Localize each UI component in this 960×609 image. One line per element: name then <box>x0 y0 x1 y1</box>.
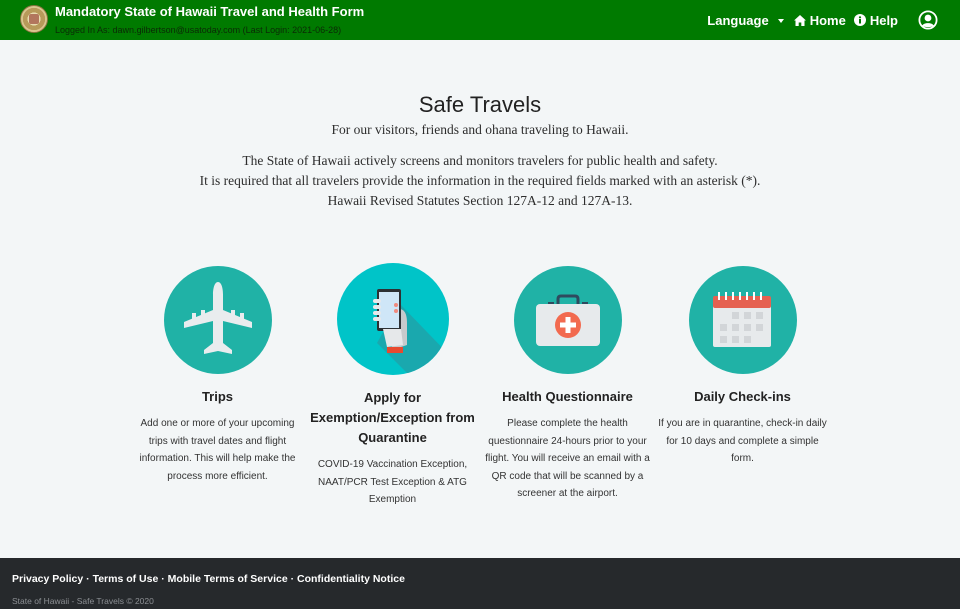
card-health-questionnaire[interactable]: Health Questionnaire Please complete the… <box>480 263 655 503</box>
separator: · <box>158 573 168 585</box>
feature-cards: Trips Add one or more of your upcoming t… <box>130 263 830 513</box>
card-exemption[interactable]: Apply for Exemption/Exception from Quara… <box>305 263 480 509</box>
intro-section: Safe Travels For our visitors, friends a… <box>0 92 960 211</box>
card-description: If you are in quarantine, check-in daily… <box>658 418 827 464</box>
first-aid-kit-icon[interactable] <box>513 266 622 374</box>
intro-line: Hawaii Revised Statutes Section 127A-12 … <box>327 193 633 208</box>
top-navbar: Mandatory State of Hawaii Travel and Hea… <box>0 0 960 40</box>
separator: · <box>287 573 298 585</box>
info-circle-icon <box>853 14 866 26</box>
intro-subtitle: For our visitors, friends and ohana trav… <box>331 122 629 137</box>
calendar-icon[interactable] <box>688 266 797 374</box>
intro-line: The State of Hawaii actively screens and… <box>242 153 718 168</box>
login-info: Logged In As: dawn.gilbertson@usatoday.c… <box>55 25 342 35</box>
terms-of-use-link[interactable]: Terms of Use <box>93 573 159 585</box>
language-label: Language <box>707 12 769 28</box>
home-link[interactable]: Home <box>793 12 846 28</box>
card-description: Add one or more of your upcoming trips w… <box>139 418 296 482</box>
state-seal-icon[interactable] <box>20 5 48 33</box>
card-daily-checkins[interactable]: Daily Check-ins If you are in quarantine… <box>655 263 830 468</box>
help-label: Help <box>869 12 898 28</box>
app-title: Mandatory State of Hawaii Travel and Hea… <box>55 4 365 19</box>
home-label: Home <box>809 12 846 28</box>
language-dropdown[interactable]: Language <box>707 12 784 28</box>
separator: · <box>83 573 93 585</box>
user-circle-icon <box>918 10 938 30</box>
footer-links: Privacy Policy · Terms of Use · Mobile T… <box>12 573 405 585</box>
page-title: Safe Travels <box>418 92 542 117</box>
footer: Privacy Policy · Terms of Use · Mobile T… <box>0 558 960 609</box>
phone-in-hand-icon[interactable] <box>336 263 449 375</box>
card-trips[interactable]: Trips Add one or more of your upcoming t… <box>130 263 305 485</box>
help-link[interactable]: Help <box>853 12 898 28</box>
mobile-terms-link[interactable]: Mobile Terms of Service <box>168 573 288 585</box>
copyright: State of Hawaii - Safe Travels © 2020 <box>12 596 154 606</box>
seal-emblem <box>29 14 39 24</box>
caret-down-icon <box>777 18 784 23</box>
card-title: Daily Check-ins <box>694 389 791 404</box>
card-description: Please complete the health questionnaire… <box>485 418 650 499</box>
card-title: Health Questionnaire <box>502 389 633 404</box>
nav-menu: Language Home Help <box>707 0 960 40</box>
intro-line: It is required that all travelers provid… <box>199 173 761 188</box>
card-description: COVID-19 Vaccination Exception, NAAT/PCR… <box>317 459 468 505</box>
confidentiality-notice-link[interactable]: Confidentiality Notice <box>297 573 405 585</box>
privacy-policy-link[interactable]: Privacy Policy <box>12 573 83 585</box>
card-title: Trips <box>201 389 234 404</box>
airplane-icon[interactable] <box>163 266 272 374</box>
card-title: Apply for Exemption/Exception from Quara… <box>310 390 475 445</box>
user-menu-button[interactable] <box>918 10 938 30</box>
home-icon <box>793 14 806 26</box>
